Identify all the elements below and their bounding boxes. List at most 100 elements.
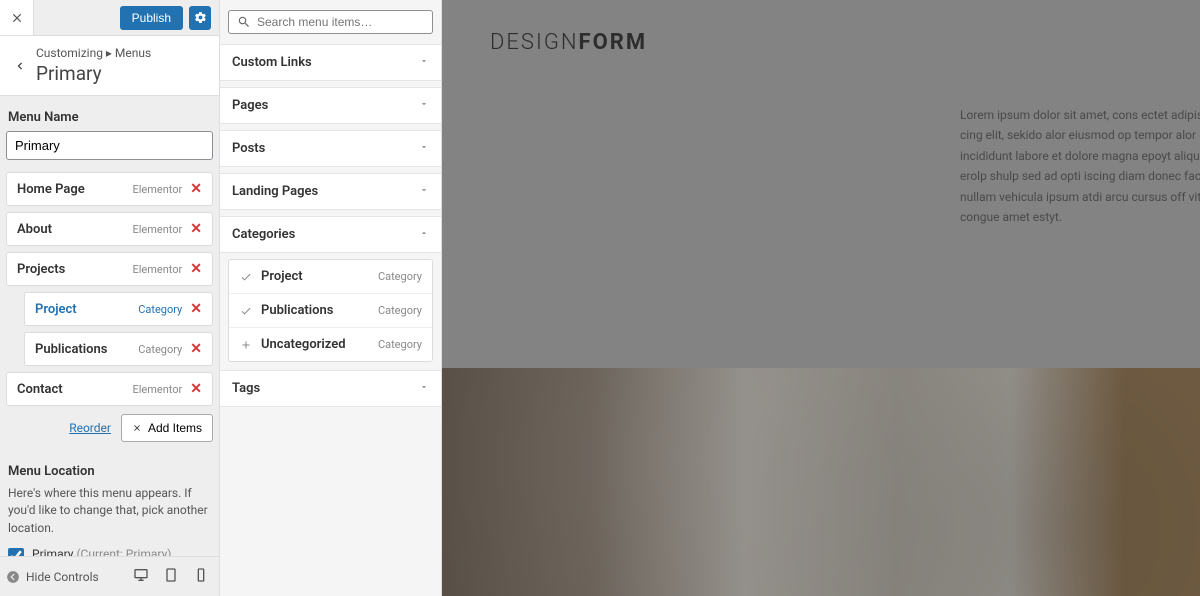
accordion-section[interactable]: Categories bbox=[220, 216, 441, 253]
site-preview: DESIGNFORM Lorem ipsum dolor sit amet, c… bbox=[442, 0, 1200, 596]
close-icon bbox=[132, 423, 142, 433]
hero-text: Lorem ipsum dolor sit amet, cons ectet a… bbox=[960, 105, 1200, 227]
location-primary-checkbox[interactable] bbox=[8, 548, 24, 556]
menu-items-list: Home PageElementor✕AboutElementor✕Projec… bbox=[6, 172, 213, 406]
menu-item-type: Elementor bbox=[132, 183, 182, 196]
accordion: Custom Links Pages Posts Landing Pages Categ… bbox=[220, 44, 441, 413]
accordion-label: Tags bbox=[232, 381, 260, 396]
add-items-panel: Custom Links Pages Posts Landing Pages Categ… bbox=[220, 0, 442, 596]
accordion-label: Landing Pages bbox=[232, 184, 318, 199]
category-row[interactable]: Publications Category bbox=[229, 294, 432, 328]
breadcrumb: Customizing ▸ Menus bbox=[36, 46, 211, 60]
menu-item[interactable]: About Elementor ✕ bbox=[6, 212, 213, 246]
caret-down-icon bbox=[419, 184, 429, 199]
menu-location-desc: Here's where this menu appears. If you'd… bbox=[6, 485, 213, 537]
mobile-preview-button[interactable] bbox=[193, 567, 209, 587]
category-type: Category bbox=[378, 338, 422, 351]
caret-down-icon bbox=[419, 381, 429, 396]
sidebar-top: Publish bbox=[0, 0, 219, 36]
menu-location-title: Menu Location bbox=[6, 464, 213, 479]
check-icon bbox=[239, 305, 253, 317]
menu-item-type: Elementor bbox=[132, 223, 182, 236]
mobile-icon bbox=[193, 567, 209, 583]
menu-item-type: Elementor bbox=[132, 263, 182, 276]
tablet-icon bbox=[163, 567, 179, 583]
menu-item-label: Project bbox=[35, 302, 77, 317]
caret-down-icon bbox=[419, 141, 429, 156]
accordion-label: Pages bbox=[232, 98, 268, 113]
caret-down-icon bbox=[419, 98, 429, 113]
menu-item-label: Contact bbox=[17, 382, 63, 397]
accordion-section[interactable]: Custom Links bbox=[220, 44, 441, 81]
accordion-label: Categories bbox=[232, 227, 295, 242]
accordion-section[interactable]: Tags bbox=[220, 370, 441, 407]
menu-item-remove[interactable]: ✕ bbox=[190, 341, 202, 357]
menu-item[interactable]: Home Page Elementor ✕ bbox=[6, 172, 213, 206]
menu-item-label: Publications bbox=[35, 342, 107, 357]
menu-item[interactable]: Publications Category ✕ bbox=[24, 332, 213, 366]
sidebar-top-actions: Publish bbox=[34, 0, 219, 35]
location-primary-option[interactable]: Primary (Current: Primary) bbox=[6, 547, 213, 556]
close-button[interactable] bbox=[0, 0, 34, 35]
device-preview-icons bbox=[133, 567, 209, 587]
hide-controls-label: Hide Controls bbox=[26, 570, 99, 584]
menu-item-label: Projects bbox=[17, 262, 65, 277]
menu-item[interactable]: Project Category ✕ bbox=[24, 292, 213, 326]
close-icon bbox=[10, 11, 24, 25]
menu-item[interactable]: Contact Elementor ✕ bbox=[6, 372, 213, 406]
panel-title: Primary bbox=[36, 62, 211, 85]
search-box[interactable] bbox=[228, 10, 433, 34]
menu-actions-row: Reorder Add Items bbox=[6, 414, 213, 442]
menu-item-type: Elementor bbox=[132, 383, 182, 396]
plus-icon bbox=[239, 339, 253, 351]
site-brand: DESIGNFORM bbox=[490, 30, 1200, 55]
check-icon bbox=[239, 271, 253, 283]
publish-button[interactable]: Publish bbox=[120, 6, 183, 30]
settings-button[interactable] bbox=[189, 6, 211, 30]
accordion-section[interactable]: Pages bbox=[220, 87, 441, 124]
category-type: Category bbox=[378, 270, 422, 283]
hide-controls-button[interactable]: Hide Controls bbox=[6, 570, 99, 584]
back-button[interactable] bbox=[4, 59, 36, 73]
menu-item-type: Category bbox=[138, 343, 182, 356]
menu-item-type: Category bbox=[138, 303, 182, 316]
chevron-left-icon bbox=[13, 59, 27, 73]
accordion-section[interactable]: Landing Pages bbox=[220, 173, 441, 210]
menu-item-remove[interactable]: ✕ bbox=[190, 181, 202, 197]
menu-item-remove[interactable]: ✕ bbox=[190, 221, 202, 237]
accordion-content: ProjectCategoryPublicationsCategoryUncat… bbox=[220, 259, 441, 370]
menu-item-remove[interactable]: ✕ bbox=[190, 301, 202, 317]
caret-down-icon bbox=[419, 55, 429, 70]
reorder-link[interactable]: Reorder bbox=[69, 421, 111, 435]
menu-item-remove[interactable]: ✕ bbox=[190, 261, 202, 277]
add-items-button[interactable]: Add Items bbox=[121, 414, 213, 442]
accordion-label: Custom Links bbox=[232, 55, 312, 70]
menu-item-label: Home Page bbox=[17, 182, 85, 197]
location-primary-label: Primary (Current: Primary) bbox=[32, 547, 171, 556]
customizer-sidebar: Publish Customizing ▸ Menus Primary Menu… bbox=[0, 0, 220, 596]
hero-image bbox=[442, 368, 1200, 596]
category-name: Uncategorized bbox=[261, 337, 346, 352]
menu-item[interactable]: Projects Elementor ✕ bbox=[6, 252, 213, 286]
search-input[interactable] bbox=[257, 15, 424, 29]
menu-name-input[interactable] bbox=[6, 131, 213, 160]
sidebar-heading: Customizing ▸ Menus Primary bbox=[0, 36, 219, 96]
search-row bbox=[220, 0, 441, 44]
sidebar-footer: Hide Controls bbox=[0, 556, 219, 596]
accordion-section[interactable]: Posts bbox=[220, 130, 441, 167]
category-row[interactable]: Uncategorized Category bbox=[229, 328, 432, 361]
add-items-label: Add Items bbox=[148, 421, 202, 435]
category-name: Publications bbox=[261, 303, 333, 318]
desktop-preview-button[interactable] bbox=[133, 567, 149, 587]
category-list: ProjectCategoryPublicationsCategoryUncat… bbox=[228, 259, 433, 362]
menu-item-remove[interactable]: ✕ bbox=[190, 381, 202, 397]
category-type: Category bbox=[378, 304, 422, 317]
menu-item-label: About bbox=[17, 222, 52, 237]
sidebar-body: Menu Name Home PageElementor✕AboutElemen… bbox=[0, 96, 219, 556]
category-row[interactable]: Project Category bbox=[229, 260, 432, 294]
gear-icon bbox=[194, 11, 207, 24]
search-icon bbox=[237, 15, 251, 29]
category-name: Project bbox=[261, 269, 303, 284]
tablet-preview-button[interactable] bbox=[163, 567, 179, 587]
desktop-icon bbox=[133, 567, 149, 583]
